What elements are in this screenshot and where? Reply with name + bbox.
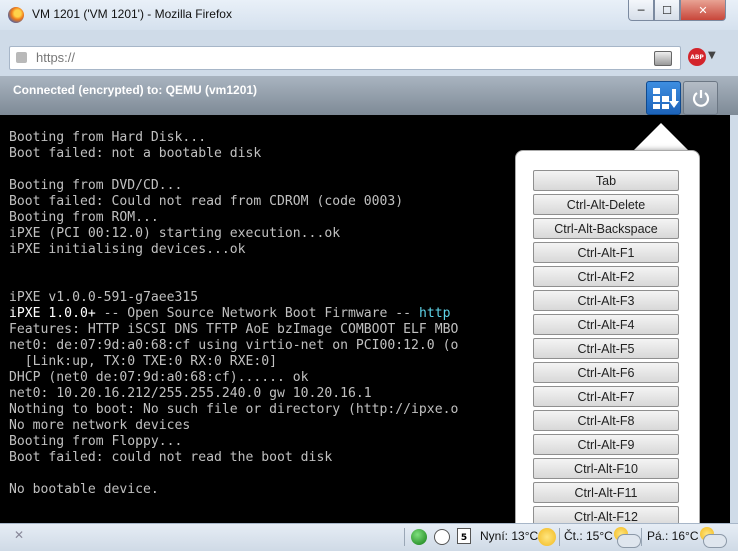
key-button-ctrl-alt-f9[interactable]: Ctrl-Alt-F9: [533, 434, 679, 455]
connection-status: Connected (encrypted) to: QEMU (vm1201): [13, 83, 258, 97]
maximize-button[interactable]: ☐: [654, 0, 680, 21]
navigation-bar: https:// ABP ▼: [0, 38, 738, 76]
key-button-ctrl-alt-backspace[interactable]: Ctrl-Alt-Backspace: [533, 218, 679, 239]
cloud-icon: [617, 534, 641, 548]
console-line: net0: 10.20.16.212/255.255.240.0 gw 10.2…: [9, 386, 372, 401]
key-button-ctrl-alt-delete[interactable]: Ctrl-Alt-Delete: [533, 194, 679, 215]
console-line: Booting from Floppy...: [9, 434, 183, 449]
send-keys-button[interactable]: [646, 81, 681, 115]
key-button-ctrl-alt-f11[interactable]: Ctrl-Alt-F11: [533, 482, 679, 503]
power-button[interactable]: [683, 81, 718, 115]
send-keys-popup: Tab Ctrl-Alt-Delete Ctrl-Alt-Backspace Ctrl…: [515, 150, 700, 532]
key-button-ctrl-alt-f5[interactable]: Ctrl-Alt-F5: [533, 338, 679, 359]
addon-bar: ✕ 5 Nyní: 13°C Čt.: 15°C Pá.: 16°C: [0, 523, 738, 551]
ipxe-tagline-text: -- Open Source Network Boot Firmware --: [95, 306, 419, 321]
window-controls: ─ ☐ ✕: [628, 0, 732, 21]
page-icon[interactable]: [654, 51, 672, 66]
console-line: Boot failed: not a bootable disk: [9, 146, 262, 161]
ipxe-link-text: http: [418, 306, 451, 321]
console-line: [Link:up, TX:0 TXE:0 RX:0 RXE:0]: [9, 354, 278, 369]
vnc-status-bar: Connected (encrypted) to: QEMU (vm1201): [0, 76, 738, 115]
console-line: iPXE v1.0.0-591-g7aee315: [9, 290, 199, 305]
window-border: [730, 115, 738, 523]
ipxe-version-text: iPXE 1.0.0+: [9, 306, 96, 321]
close-button[interactable]: ✕: [680, 0, 726, 21]
console-line: Nothing to boot: No such file or directo…: [9, 402, 459, 417]
send-keys-icon: [653, 88, 679, 109]
console-line: iPXE initialising devices...ok: [9, 242, 246, 257]
key-button-ctrl-alt-f3[interactable]: Ctrl-Alt-F3: [533, 290, 679, 311]
console-line: Boot failed: Could not read from CDROM (…: [9, 194, 404, 209]
console-line: Features: HTTP iSCSI DNS TFTP AoE bzImag…: [9, 322, 459, 337]
separator: [641, 528, 642, 546]
firefox-icon: [8, 7, 24, 23]
key-button-tab[interactable]: Tab: [533, 170, 679, 191]
console-line: Booting from DVD/CD...: [9, 178, 183, 193]
separator: [559, 528, 560, 546]
site-identity-icon[interactable]: [16, 52, 27, 63]
popup-pointer: [633, 123, 689, 151]
url-text[interactable]: https://: [36, 50, 75, 65]
calendar-icon[interactable]: 5: [457, 528, 471, 544]
status-dot-icon[interactable]: [411, 529, 427, 545]
key-button-ctrl-alt-f10[interactable]: Ctrl-Alt-F10: [533, 458, 679, 479]
key-button-ctrl-alt-f4[interactable]: Ctrl-Alt-F4: [533, 314, 679, 335]
separator: [404, 528, 405, 546]
cloud-icon: [703, 534, 727, 548]
weather-now[interactable]: Nyní: 13°C: [480, 529, 538, 543]
console-line: iPXE 1.0.0+ -- Open Source Network Boot …: [9, 306, 450, 322]
console-line: Booting from Hard Disk...: [9, 130, 207, 145]
clock-icon[interactable]: [434, 529, 450, 545]
console-line: No more network devices: [9, 418, 191, 433]
adblock-plus-icon[interactable]: ABP: [688, 48, 706, 66]
console-line: DHCP (net0 de:07:9d:a0:68:cf)...... ok: [9, 370, 309, 385]
console-line: iPXE (PCI 00:12.0) starting execution...…: [9, 226, 341, 241]
console-line: Booting from ROM...: [9, 210, 159, 225]
weather-friday[interactable]: Pá.: 16°C: [647, 529, 699, 543]
close-addon-bar-icon[interactable]: ✕: [14, 528, 24, 542]
key-button-ctrl-alt-f6[interactable]: Ctrl-Alt-F6: [533, 362, 679, 383]
key-button-ctrl-alt-f8[interactable]: Ctrl-Alt-F8: [533, 410, 679, 431]
weather-thursday[interactable]: Čt.: 15°C: [564, 529, 613, 543]
menu-arrow-icon[interactable]: ▼: [708, 50, 716, 61]
minimize-button[interactable]: ─: [628, 0, 654, 21]
power-icon: [692, 90, 709, 107]
key-button-ctrl-alt-f2[interactable]: Ctrl-Alt-F2: [533, 266, 679, 287]
key-button-ctrl-alt-f1[interactable]: Ctrl-Alt-F1: [533, 242, 679, 263]
url-bar[interactable]: https://: [9, 46, 681, 70]
console-line: No bootable device.: [9, 482, 159, 497]
console-line: net0: de:07:9d:a0:68:cf using virtio-net…: [9, 338, 459, 353]
window-title: VM 1201 ('VM 1201') - Mozilla Firefox: [32, 7, 232, 21]
sun-icon: [538, 528, 556, 546]
console-line: Boot failed: could not read the boot dis…: [9, 450, 333, 465]
key-button-ctrl-alt-f7[interactable]: Ctrl-Alt-F7: [533, 386, 679, 407]
title-bar: VM 1201 ('VM 1201') - Mozilla Firefox ─ …: [0, 0, 738, 30]
